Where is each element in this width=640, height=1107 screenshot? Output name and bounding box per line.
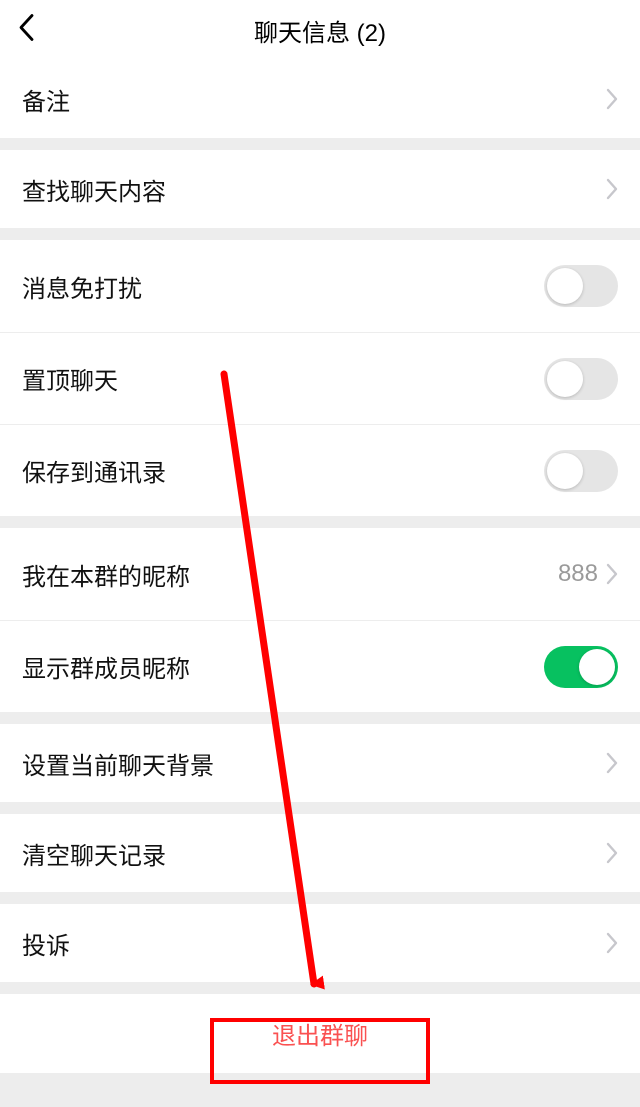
section-gap	[0, 1073, 640, 1085]
chevron-right-icon	[606, 563, 618, 585]
row-label: 我在本群的昵称	[22, 557, 558, 592]
toggle-knob	[547, 361, 583, 397]
back-button[interactable]	[18, 14, 34, 47]
row-label: 保存到通讯录	[22, 453, 544, 488]
chevron-right-icon	[606, 88, 618, 110]
section-gap	[0, 516, 640, 528]
nav-header: 聊天信息 (2)	[0, 0, 640, 60]
toggle-mute[interactable]	[544, 265, 618, 307]
nickname-value: 888	[558, 560, 598, 588]
chevron-right-icon	[606, 842, 618, 864]
row-label: 查找聊天内容	[22, 172, 606, 207]
row-set-background[interactable]: 设置当前聊天背景	[0, 724, 640, 802]
row-save-contacts[interactable]: 保存到通讯录	[0, 424, 640, 516]
row-label: 设置当前聊天背景	[22, 746, 606, 781]
chevron-right-icon	[606, 178, 618, 200]
row-mute-notifications[interactable]: 消息免打扰	[0, 240, 640, 332]
chevron-right-icon	[606, 752, 618, 774]
row-label: 置顶聊天	[22, 361, 544, 396]
toggle-knob	[547, 268, 583, 304]
row-remark[interactable]: 备注	[0, 60, 640, 138]
section-gap	[0, 982, 640, 994]
row-pin-chat[interactable]: 置顶聊天	[0, 332, 640, 424]
leave-group-button[interactable]: 退出群聊	[0, 994, 640, 1073]
section-gap	[0, 892, 640, 904]
section-gap	[0, 712, 640, 724]
toggle-knob	[547, 453, 583, 489]
row-label: 消息免打扰	[22, 269, 544, 304]
leave-label: 退出群聊	[272, 1023, 368, 1050]
chevron-left-icon	[18, 14, 34, 42]
row-clear-history[interactable]: 清空聊天记录	[0, 814, 640, 892]
toggle-save[interactable]	[544, 450, 618, 492]
section-gap	[0, 802, 640, 814]
row-label: 备注	[22, 82, 606, 117]
toggle-knob	[579, 649, 615, 685]
section-gap	[0, 138, 640, 150]
chevron-right-icon	[606, 932, 618, 954]
row-my-nickname[interactable]: 我在本群的昵称 888	[0, 528, 640, 620]
row-label: 显示群成员昵称	[22, 649, 544, 684]
row-report[interactable]: 投诉	[0, 904, 640, 982]
section-gap	[0, 228, 640, 240]
row-show-member-nicknames[interactable]: 显示群成员昵称	[0, 620, 640, 712]
page-title: 聊天信息 (2)	[0, 13, 640, 48]
toggle-show-nicknames[interactable]	[544, 646, 618, 688]
row-label: 清空聊天记录	[22, 836, 606, 871]
row-label: 投诉	[22, 926, 606, 961]
row-search-history[interactable]: 查找聊天内容	[0, 150, 640, 228]
toggle-pin[interactable]	[544, 358, 618, 400]
